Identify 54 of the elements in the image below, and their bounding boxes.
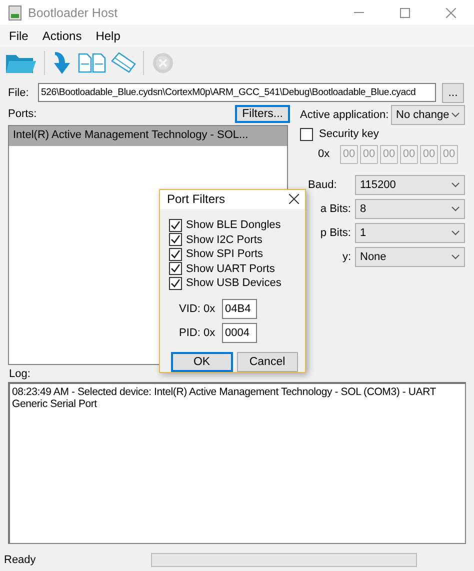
ports-label: Ports: [8, 108, 37, 120]
id-label: VID: 0x [179, 303, 216, 315]
maximize-icon[interactable] [400, 8, 410, 18]
dialog-button[interactable]: Cancel [236, 352, 298, 372]
filter-checkbox[interactable] [169, 233, 182, 246]
hex-prefix-label: 0x [318, 148, 331, 160]
serial-setting-dropdown[interactable]: 8 [355, 199, 465, 219]
chevron-icon [451, 254, 460, 260]
browse-button[interactable]: ... [442, 82, 464, 102]
chevron-icon [451, 230, 460, 236]
filter-label: Show I2C Ports [186, 234, 262, 246]
log-line: 08:23:49 AM - Selected device: Intel(R) Active Management Technology - SOL (COM3) - UART [12, 386, 437, 398]
filter-checkbox[interactable] [169, 276, 182, 290]
serial-setting-label: p Bits: [320, 227, 351, 239]
filters-button[interactable]: Filters... [235, 105, 290, 123]
security-key-checkbox[interactable] [300, 128, 313, 140]
chevron-icon [451, 112, 460, 118]
filter-label: Show SPI Ports [186, 248, 264, 260]
app-icon [8, 4, 22, 20]
file-path-field[interactable]: 526\Bootloadable_Blue.cydsn\CortexM0p\ARM_GCC_541\Debug\Bootloadable_Blue.cyacd [38, 83, 436, 102]
filter-checkbox[interactable] [169, 218, 182, 232]
chevron-icon [451, 206, 460, 212]
filter-label: Show UART Ports [186, 262, 275, 275]
id-field[interactable]: 04B4 [222, 299, 257, 319]
status-text: Ready [4, 554, 36, 566]
window-title: Bootloader Host [28, 6, 119, 20]
serial-setting-label: a Bits: [320, 203, 351, 215]
serial-setting-dropdown[interactable]: 115200 [355, 175, 465, 195]
active-application-dropdown[interactable]: No change [391, 105, 465, 125]
dialog-button[interactable]: OK [171, 352, 232, 372]
menu-item[interactable]: Actions [35, 29, 89, 43]
dialog-title: Port Filters [167, 192, 226, 206]
menu-item[interactable]: Help [88, 29, 128, 43]
filter-checkbox[interactable] [169, 262, 182, 276]
filter-label: Show BLE Dongles [186, 219, 281, 232]
log-label: Log: [8, 367, 32, 380]
log-line: Generic Serial Port [12, 398, 98, 410]
port-list-item[interactable]: Intel(R) Active Management Technology - SOL... [9, 126, 287, 146]
serial-setting-label: y: [342, 251, 351, 263]
security-key-label: Security key [319, 128, 379, 140]
menu-item[interactable]: File [2, 29, 36, 43]
file-label: File: [8, 86, 30, 98]
documents-icon[interactable] [78, 53, 106, 73]
serial-setting-dropdown[interactable]: 1 [355, 223, 465, 243]
filter-checkbox[interactable] [169, 248, 182, 261]
filter-label: Show USB Devices [186, 277, 282, 290]
close-icon[interactable] [289, 194, 299, 204]
eraser-icon[interactable] [110, 52, 136, 74]
active-application-label: Active application: [300, 109, 389, 121]
serial-setting-label: Baud: [308, 179, 337, 191]
id-label: PID: 0x [179, 327, 216, 339]
chevron-icon [451, 182, 460, 188]
id-field[interactable]: 0004 [222, 323, 257, 343]
serial-setting-dropdown[interactable]: None [355, 247, 465, 267]
